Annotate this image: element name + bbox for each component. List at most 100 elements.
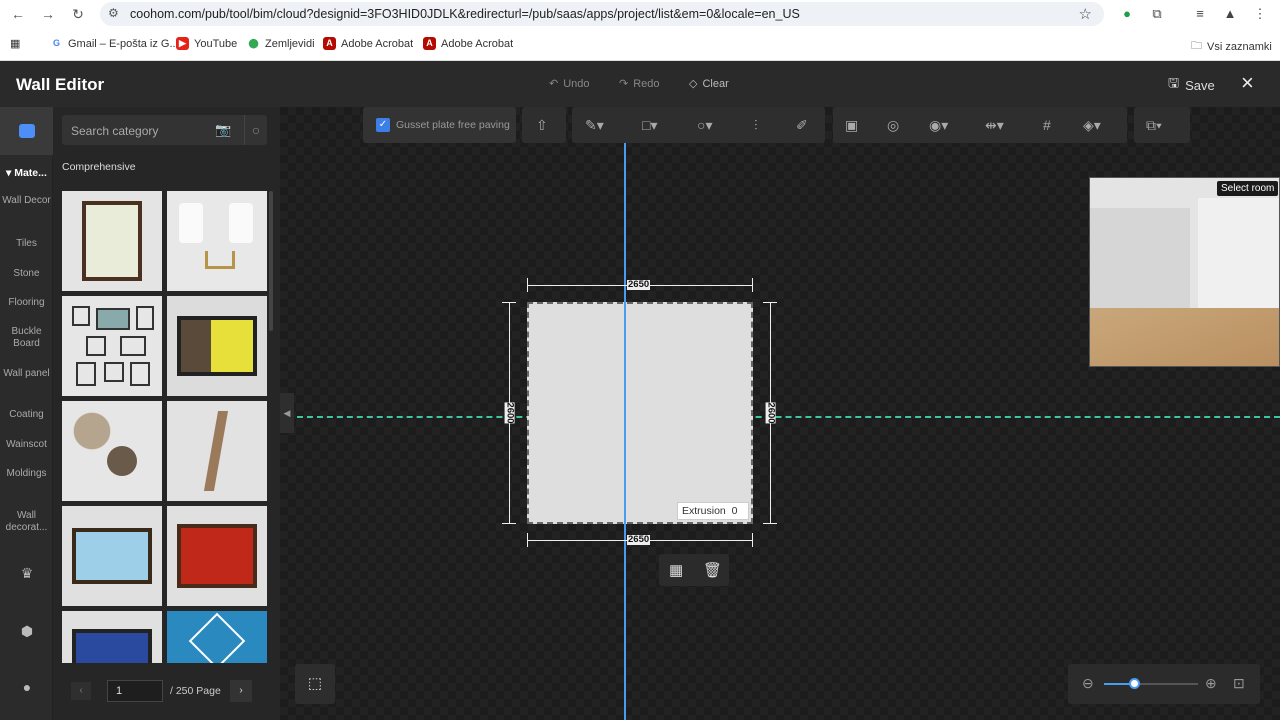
view-tools: ▣ ◎ ◉▾ ⇹▾ # ◈▾ bbox=[833, 107, 1127, 143]
bookmark-acrobat-2[interactable]: A Adobe Acrobat bbox=[423, 37, 513, 50]
zoom-out-icon[interactable]: ⊖ bbox=[1082, 675, 1094, 692]
room-preview[interactable] bbox=[1089, 177, 1280, 367]
rail-item-wall-decor[interactable]: Wall Decor bbox=[0, 195, 53, 207]
circle-tool-icon[interactable]: ○▾ bbox=[697, 117, 712, 134]
rail-item-wall-decoration[interactable]: Wall decorat... bbox=[0, 510, 53, 534]
gusset-option[interactable]: ✓ Gusset plate free paving bbox=[363, 107, 516, 143]
material-tile[interactable] bbox=[62, 296, 162, 396]
next-page-button[interactable]: › bbox=[230, 680, 252, 702]
pagination: ‹ / 250 Page › bbox=[53, 674, 280, 708]
search-icon[interactable]: ○ bbox=[244, 115, 267, 145]
framed-print-image bbox=[82, 201, 142, 281]
rectangle-tool-icon[interactable]: □▾ bbox=[642, 117, 657, 134]
package-icon[interactable]: ⬢ bbox=[18, 623, 36, 641]
undo-button[interactable]: ↶ Undo bbox=[549, 77, 590, 91]
view-3d-button[interactable]: ⬚ bbox=[295, 664, 335, 704]
bookmark-star-icon[interactable]: ☆ bbox=[1079, 5, 1092, 23]
search-input[interactable]: Search category bbox=[71, 124, 158, 138]
material-tile[interactable] bbox=[167, 401, 267, 501]
extrusion-field[interactable]: Extrusion 0 bbox=[677, 502, 749, 520]
camera-icon[interactable]: 📷 bbox=[215, 122, 231, 138]
material-tile[interactable] bbox=[167, 191, 267, 291]
edit-tool-icon[interactable]: ✐ bbox=[796, 117, 808, 134]
apps-icon[interactable]: ▦ bbox=[10, 37, 20, 50]
material-tile[interactable] bbox=[62, 611, 162, 663]
dimension-width-top[interactable]: 2650 bbox=[627, 280, 651, 290]
user-icon[interactable]: ● bbox=[18, 679, 36, 697]
bookmark-acrobat-1[interactable]: A Adobe Acrobat bbox=[323, 37, 413, 50]
collapse-panel-button[interactable]: ◀ bbox=[280, 393, 294, 433]
rail-item-wall-panel[interactable]: Wall panel bbox=[0, 368, 53, 380]
crown-icon[interactable]: ♛ bbox=[18, 565, 36, 583]
rail-item-tiles[interactable]: Tiles bbox=[0, 238, 53, 250]
layers-tool[interactable]: ⧉▾ bbox=[1134, 107, 1190, 143]
menu-icon[interactable]: ⋮ bbox=[1250, 4, 1270, 24]
extrusion-value[interactable]: 0 bbox=[732, 505, 738, 517]
extensions-icon[interactable]: ⧉ bbox=[1147, 4, 1167, 24]
dimension-height-left[interactable]: 2600 bbox=[504, 402, 516, 424]
dimension-height-right[interactable]: 2600 bbox=[765, 402, 777, 424]
select-room-button[interactable]: Select room bbox=[1217, 181, 1279, 196]
reload-icon[interactable]: ↻ bbox=[68, 4, 88, 24]
wall-surface[interactable] bbox=[527, 302, 753, 524]
upload-tool[interactable]: ⇧ bbox=[522, 107, 566, 143]
material-tile[interactable] bbox=[167, 506, 267, 606]
rail-item-stone[interactable]: Stone bbox=[0, 268, 53, 280]
rail-item-wainscot[interactable]: Wainscot bbox=[0, 439, 53, 451]
vertical-guide-line[interactable] bbox=[624, 143, 626, 720]
dimension-tick bbox=[763, 523, 777, 524]
material-tile[interactable] bbox=[62, 401, 162, 501]
sculpture-image bbox=[203, 411, 229, 491]
acrobat-icon[interactable]: ▲ bbox=[1220, 4, 1240, 24]
rail-item-flooring[interactable]: Flooring bbox=[0, 297, 53, 309]
grid-icon[interactable]: # bbox=[1043, 117, 1051, 133]
material-tab[interactable] bbox=[0, 107, 53, 155]
rail-item-coating[interactable]: Coating bbox=[0, 409, 53, 421]
pen-tool-icon[interactable]: ✎▾ bbox=[585, 117, 604, 134]
all-bookmarks[interactable]: 🗀 Vsi zaznamki bbox=[1191, 37, 1272, 56]
distribute-icon[interactable]: ⇹▾ bbox=[985, 117, 1004, 134]
forward-icon[interactable]: → bbox=[38, 4, 58, 24]
zoom-slider[interactable] bbox=[1104, 678, 1198, 689]
back-icon[interactable]: ← bbox=[8, 4, 28, 24]
redo-icon: ↷ bbox=[619, 78, 629, 90]
fit-view-icon[interactable]: ⊡ bbox=[1233, 675, 1245, 692]
material-tile[interactable] bbox=[62, 191, 162, 291]
trash-icon[interactable]: 🗑 bbox=[703, 561, 722, 579]
rail-item-moldings[interactable]: Moldings bbox=[0, 468, 53, 480]
zoom-knob[interactable] bbox=[1129, 678, 1141, 689]
align-tool-icon[interactable]: ⫶ bbox=[754, 117, 758, 134]
rail-item-buckle-board[interactable]: Buckle Board bbox=[0, 326, 53, 350]
panel-scrollbar[interactable] bbox=[269, 191, 273, 331]
material-tile[interactable] bbox=[167, 296, 267, 396]
material-tile[interactable] bbox=[62, 506, 162, 606]
dimension-width-bottom[interactable]: 2650 bbox=[627, 535, 651, 545]
save-button[interactable]: 🖫 Save bbox=[1168, 74, 1215, 96]
close-icon[interactable]: × bbox=[1241, 70, 1254, 96]
bookmark-maps[interactable]: ⬤ Zemljevidi bbox=[247, 37, 315, 50]
bookmark-youtube[interactable]: ▶ YouTube bbox=[176, 37, 237, 50]
bookmark-gmail[interactable]: G Gmail – E-pošta iz G... bbox=[50, 37, 179, 50]
material-grid bbox=[62, 191, 267, 663]
page-input[interactable] bbox=[107, 680, 163, 702]
redo-button[interactable]: ↷ Redo bbox=[619, 77, 660, 91]
lamp-shade-image bbox=[179, 203, 203, 243]
eye-icon[interactable]: ◉▾ bbox=[929, 117, 948, 134]
media-icon[interactable]: ≡ bbox=[1190, 4, 1210, 24]
tile-grid-icon[interactable]: ▦ bbox=[669, 561, 683, 579]
material-section-header[interactable]: ▾ Mate... bbox=[6, 167, 47, 179]
clear-button[interactable]: ◇ Clear bbox=[689, 77, 729, 91]
frame-tool-icon[interactable]: ▣ bbox=[845, 117, 858, 134]
site-settings-icon[interactable]: ⚙ bbox=[108, 6, 119, 20]
gusset-checkbox[interactable]: ✓ bbox=[376, 118, 390, 132]
zoom-in-icon[interactable]: ⊕ bbox=[1205, 675, 1217, 692]
material-tile[interactable] bbox=[167, 611, 267, 663]
target-tool-icon[interactable]: ◎ bbox=[887, 117, 899, 134]
paint-icon[interactable]: ◈▾ bbox=[1083, 117, 1101, 134]
save-icon: 🖫 bbox=[1168, 75, 1180, 90]
prev-page-button[interactable]: ‹ bbox=[71, 682, 91, 700]
bookmark-label: Adobe Acrobat bbox=[441, 37, 514, 50]
url-text: coohom.com/pub/tool/bim/cloud?designid=3… bbox=[130, 7, 800, 21]
address-bar[interactable]: ⚙ coohom.com/pub/tool/bim/cloud?designid… bbox=[100, 2, 1104, 26]
grammarly-extension-icon[interactable]: ● bbox=[1117, 4, 1137, 24]
